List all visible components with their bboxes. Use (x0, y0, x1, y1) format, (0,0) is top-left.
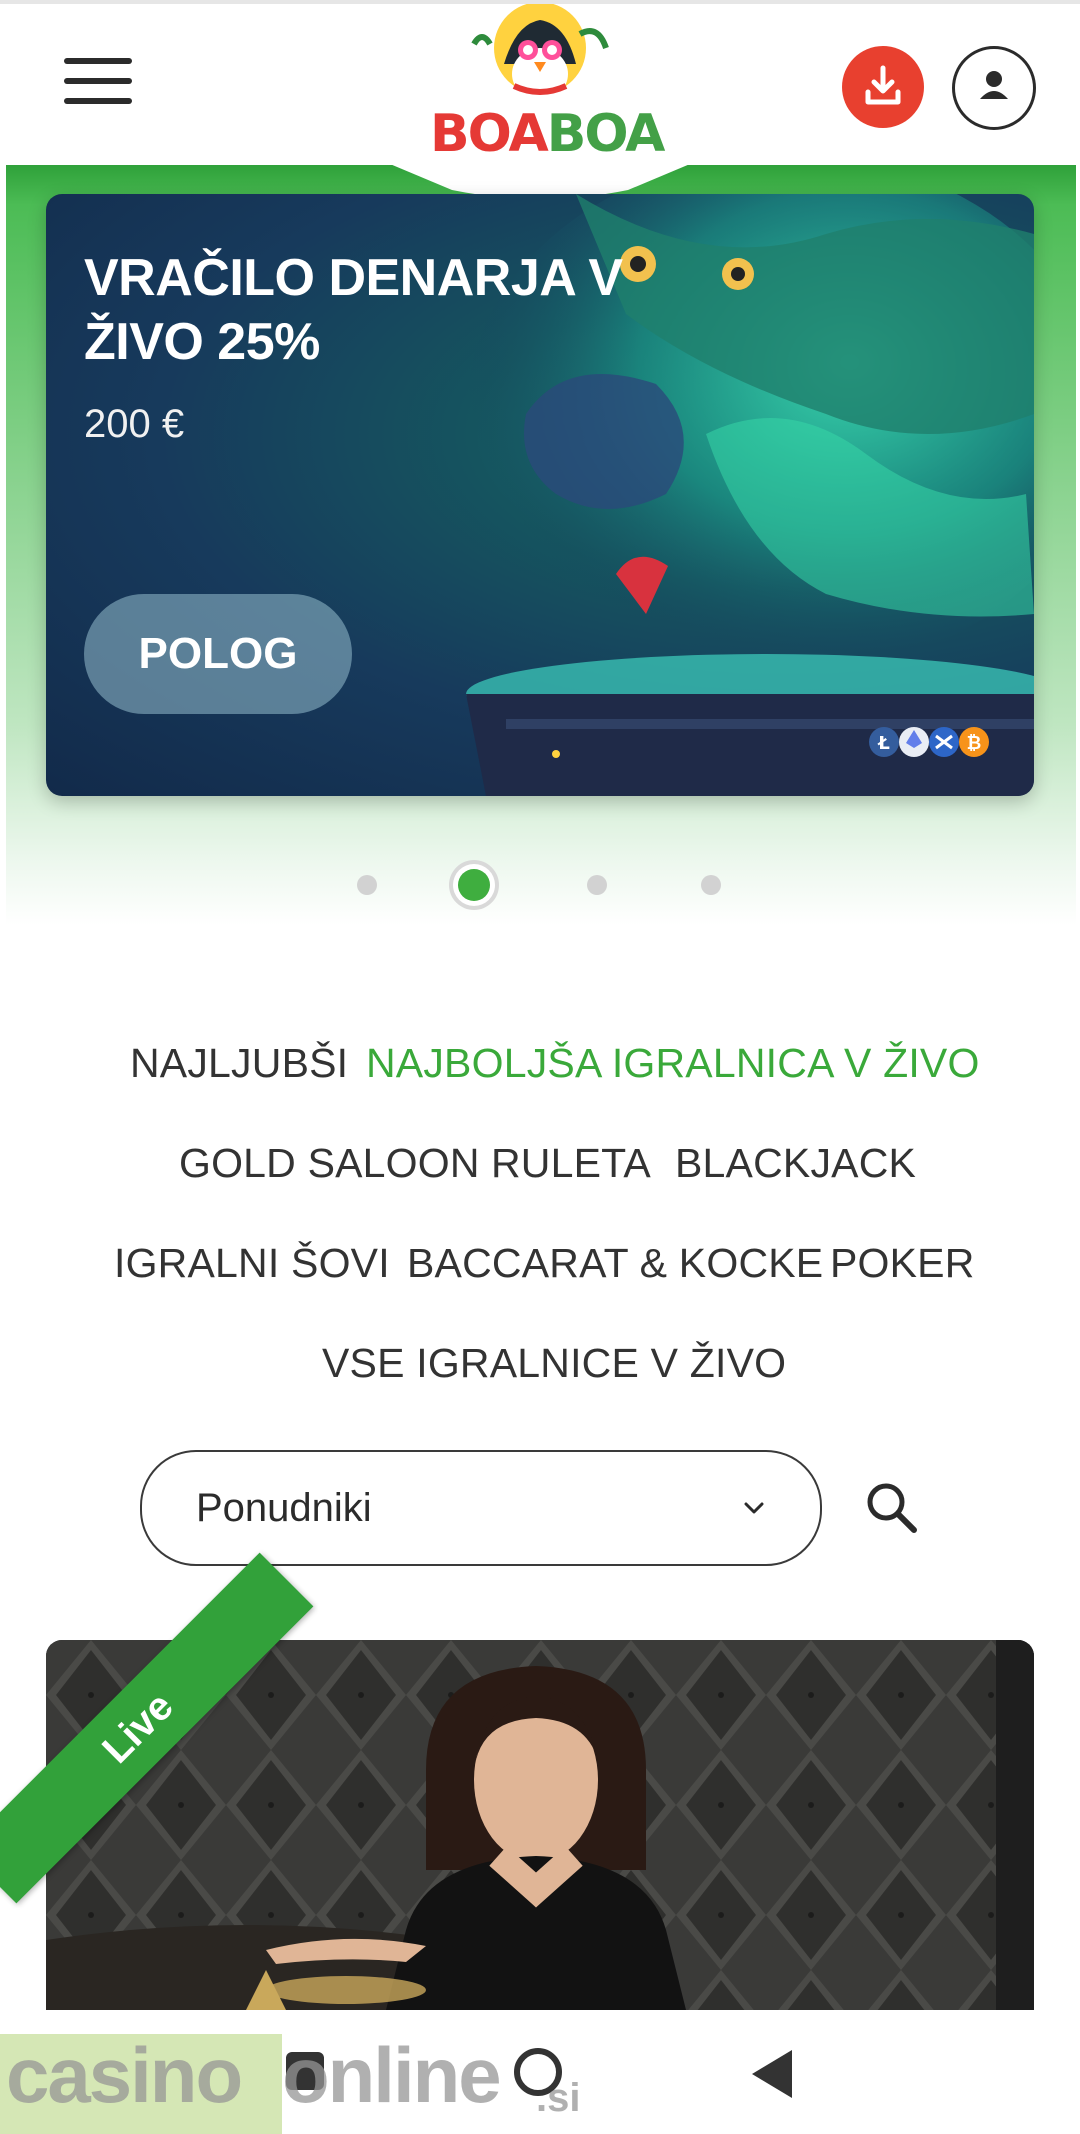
banner-title: VRAČILO DENARJA V ŽIVO 25% (84, 249, 623, 371)
back-icon[interactable] (752, 2050, 792, 2098)
watermark-text-casino: casino (6, 2031, 243, 2119)
download-button[interactable] (842, 46, 924, 128)
deposit-button[interactable]: POLOG (84, 594, 352, 714)
search-icon[interactable] (862, 1478, 922, 1538)
svg-text:₿: ₿ (967, 733, 982, 754)
penguin-mascot-icon (471, 2, 609, 100)
svg-text:Ł: Ł (877, 733, 890, 754)
banner-amount: 200 € (84, 402, 185, 446)
ripple-icon (929, 727, 959, 757)
watermark-text-domain: .si (536, 2076, 581, 2120)
category-baccarat-dice[interactable]: BACCARAT & KOCKE (407, 1240, 823, 1287)
category-best-live-casino[interactable]: NAJBOLJŠA IGRALNICA V ŽIVO (366, 1040, 980, 1087)
category-favorites[interactable]: NAJLJUBŠI (130, 1040, 348, 1087)
ethereum-icon (899, 727, 929, 757)
bitcoin-icon: ₿ (959, 727, 989, 757)
category-gold-saloon[interactable]: GOLD SALOON (179, 1140, 480, 1187)
carousel-dot-3[interactable] (587, 875, 607, 895)
litecoin-icon: Ł (869, 727, 899, 757)
carousel-dot-4[interactable] (701, 875, 721, 895)
header: BOABOA (0, 2, 1080, 164)
hamburger-menu-icon[interactable] (60, 54, 136, 108)
boaboa-logo[interactable]: BOABOA (430, 2, 665, 174)
page: BOABOA VRAČILO DENARJA V ŽIVO 25% 200 € … (0, 0, 1080, 2134)
category-all-live[interactable]: VSE IGRALNICE V ŽIVO (322, 1340, 786, 1387)
download-icon (865, 65, 901, 105)
user-icon (980, 71, 1008, 99)
category-blackjack[interactable]: BLACKJACK (675, 1140, 916, 1187)
category-poker[interactable]: POKER (830, 1240, 975, 1287)
category-game-shows[interactable]: IGRALNI ŠOVI (114, 1240, 390, 1287)
promo-banner[interactable]: VRAČILO DENARJA V ŽIVO 25% 200 € POLOG Ł… (46, 194, 1034, 796)
provider-select[interactable]: Ponudniki (140, 1450, 822, 1566)
account-button[interactable] (952, 46, 1036, 130)
chevron-down-icon (744, 1502, 764, 1514)
provider-select-value: Ponudniki (196, 1486, 372, 1530)
carousel-dot-2[interactable] (458, 869, 490, 901)
watermark-text-online: online (282, 2031, 502, 2119)
carousel-dot-1[interactable] (357, 875, 377, 895)
category-roulette[interactable]: RULETA (491, 1140, 651, 1187)
crypto-badges: Ł ₿ (869, 727, 989, 757)
